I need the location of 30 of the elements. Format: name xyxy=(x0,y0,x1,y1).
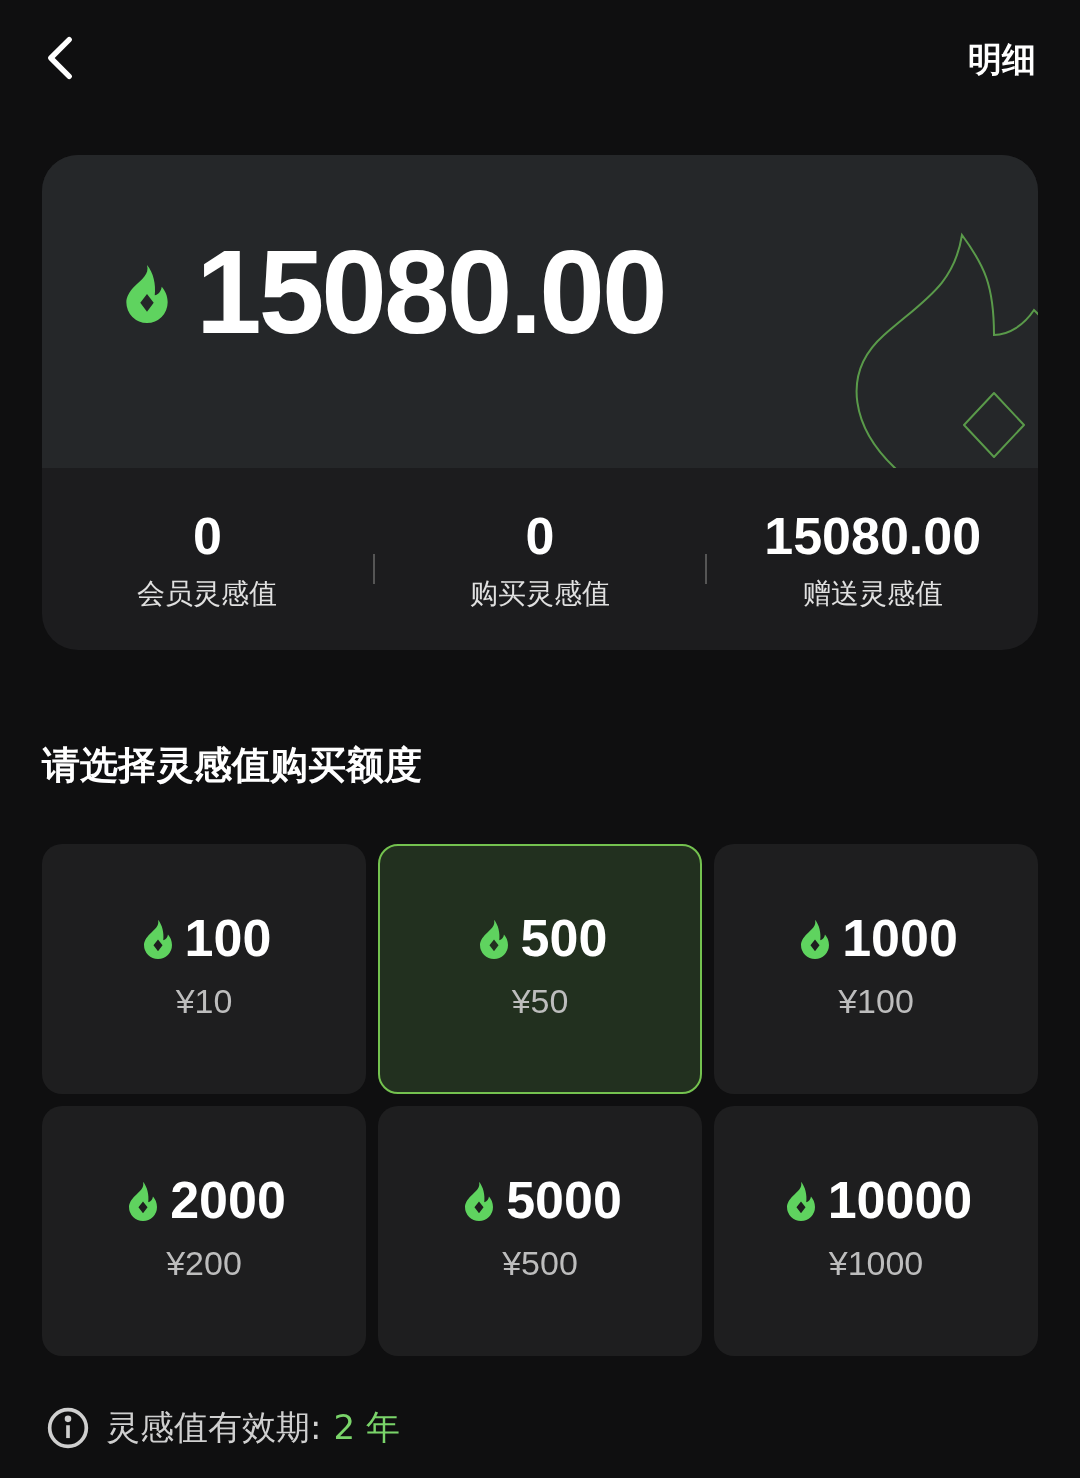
option-amount: 100 xyxy=(184,911,272,964)
option-price: ¥200 xyxy=(166,1242,242,1284)
validity-value: 2 年 xyxy=(333,1406,400,1449)
section-title: 请选择灵感值购买额度 xyxy=(42,746,423,784)
amount-option[interactable]: 500 ¥50 xyxy=(378,844,702,1094)
stat-label: 赠送灵感值 xyxy=(802,575,943,612)
option-amount: 10000 xyxy=(827,1173,973,1226)
stat-label: 购买灵感值 xyxy=(470,575,610,612)
option-amount: 5000 xyxy=(506,1173,622,1226)
amount-option[interactable]: 10000 ¥1000 xyxy=(714,1106,1038,1356)
option-price: ¥1000 xyxy=(828,1242,924,1284)
option-amount: 2000 xyxy=(170,1173,286,1226)
info-icon xyxy=(46,1405,90,1450)
validity-label: 灵感值有效期: xyxy=(106,1406,322,1449)
detail-link[interactable]: 明细 xyxy=(968,34,1036,85)
option-price: ¥500 xyxy=(502,1242,578,1284)
amount-option[interactable]: 100 ¥10 xyxy=(42,844,366,1094)
amount-option[interactable]: 5000 ¥500 xyxy=(378,1106,702,1356)
amount-option[interactable]: 1000 ¥100 xyxy=(714,844,1038,1094)
option-amount: 1000 xyxy=(842,911,958,964)
stat-value: 15080.00 xyxy=(764,505,982,567)
balance-amount: 15080.00 xyxy=(196,232,665,351)
option-price: ¥100 xyxy=(838,980,914,1022)
stat-label: 会员灵感值 xyxy=(137,575,278,612)
option-price: ¥10 xyxy=(175,980,233,1022)
stat-value: 0 xyxy=(525,505,555,567)
option-price: ¥50 xyxy=(511,980,569,1022)
amount-option[interactable]: 2000 ¥200 xyxy=(42,1106,366,1356)
option-amount: 500 xyxy=(520,911,608,964)
stat-value: 0 xyxy=(192,505,222,567)
